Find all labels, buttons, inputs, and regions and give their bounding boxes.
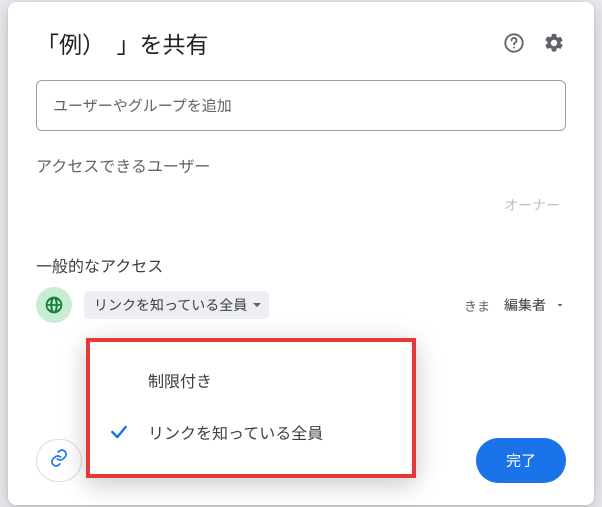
check-icon bbox=[108, 422, 130, 442]
gear-icon[interactable] bbox=[542, 31, 566, 55]
globe-icon bbox=[36, 287, 72, 323]
dropdown-option-restricted[interactable]: 制限付き bbox=[90, 354, 412, 406]
help-icon[interactable] bbox=[502, 31, 526, 55]
add-people-input[interactable]: ユーザーやグループを追加 bbox=[36, 80, 566, 131]
dropdown-option-label: 制限付き bbox=[148, 368, 212, 392]
general-access-label: 一般的なアクセス bbox=[36, 253, 566, 277]
access-mode-select[interactable]: リンクを知っている全員 bbox=[84, 291, 269, 319]
role-select[interactable]: きま 編集者 bbox=[464, 295, 566, 315]
dropdown-option-anyone-with-link[interactable]: リンクを知っている全員 bbox=[90, 406, 412, 458]
copy-link-button[interactable] bbox=[36, 439, 82, 482]
title-bar: 「例） 」を共有 bbox=[36, 26, 566, 60]
caret-down-icon bbox=[253, 303, 261, 311]
done-button[interactable]: 完了 bbox=[476, 438, 566, 483]
caret-down-icon bbox=[554, 299, 566, 311]
owner-role-label: オーナー bbox=[36, 195, 566, 215]
role-label: 編集者 bbox=[504, 295, 546, 315]
general-access-row: リンクを知っている全員 きま 編集者 bbox=[36, 287, 566, 323]
access-mode-dropdown: 制限付き リンクを知っている全員 bbox=[86, 338, 416, 478]
link-icon bbox=[49, 448, 69, 473]
access-mode-label: リンクを知っている全員 bbox=[94, 295, 247, 315]
dropdown-option-label: リンクを知っている全員 bbox=[148, 420, 323, 444]
role-hint: きま bbox=[464, 296, 490, 315]
dialog-title: 「例） 」を共有 bbox=[36, 26, 209, 60]
people-with-access-label: アクセスできるユーザー bbox=[36, 153, 566, 177]
title-icons bbox=[502, 31, 566, 55]
